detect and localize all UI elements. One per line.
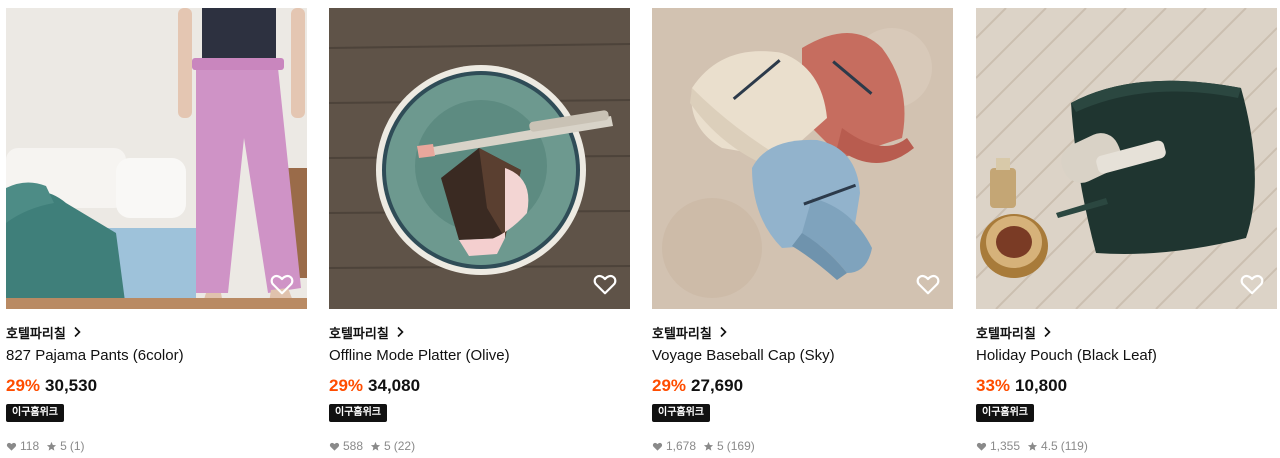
heart-filled-icon [976, 442, 987, 451]
discount-rate: 29% [652, 376, 687, 395]
product-stats: 588 5 (22) [329, 438, 630, 454]
baseball-caps-photo [652, 8, 953, 309]
sale-price: 34,080 [368, 376, 421, 395]
like-count: 1,678 [666, 439, 697, 453]
heart-outline-icon[interactable] [269, 271, 295, 297]
like-count: 118 [20, 439, 40, 453]
product-stats: 118 5 (1) [6, 438, 307, 454]
price-row: 29% 27,690 [652, 376, 953, 398]
sale-price: 30,530 [45, 376, 98, 395]
star-icon [1027, 441, 1038, 451]
product-card[interactable]: 호텔파리칠 Offline Mode Platter (Olive) 29% 3… [329, 8, 630, 454]
brand-link[interactable]: 호텔파리칠 [976, 323, 1277, 342]
brand-name: 호텔파리칠 [6, 326, 66, 342]
heart-outline-icon[interactable] [592, 271, 618, 297]
promo-badge: 이구홈위크 [329, 404, 387, 422]
price-row: 29% 34,080 [329, 376, 630, 398]
discount-rate: 29% [6, 376, 41, 395]
star-icon [703, 441, 714, 451]
product-image[interactable] [6, 8, 307, 309]
review-count: (119) [1060, 439, 1088, 453]
star-icon [370, 441, 381, 451]
chevron-right-icon [1044, 326, 1051, 338]
chevron-right-icon [720, 326, 727, 338]
brand-name: 호텔파리칠 [329, 326, 389, 342]
rating: 4.5 [1041, 439, 1058, 453]
product-title[interactable]: Voyage Baseball Cap (Sky) [652, 347, 953, 367]
like-count: 588 [343, 439, 364, 453]
product-image[interactable] [976, 8, 1277, 309]
chevron-right-icon [397, 326, 404, 338]
brand-link[interactable]: 호텔파리칠 [329, 323, 630, 342]
product-title[interactable]: Holiday Pouch (Black Leaf) [976, 347, 1277, 367]
product-card[interactable]: 호텔파리칠 Holiday Pouch (Black Leaf) 33% 10,… [976, 8, 1277, 454]
promo-badge: 이구홈위크 [6, 404, 64, 422]
review-count: (1) [69, 439, 85, 453]
product-image[interactable] [329, 8, 630, 309]
heart-filled-icon [329, 442, 340, 451]
chevron-right-icon [74, 326, 81, 338]
discount-rate: 33% [976, 376, 1011, 395]
like-count: 1,355 [990, 439, 1021, 453]
brand-link[interactable]: 호텔파리칠 [6, 323, 307, 342]
sale-price: 27,690 [691, 376, 744, 395]
rating: 5 [384, 439, 391, 453]
platter-photo [329, 8, 630, 309]
brand-name: 호텔파리칠 [652, 326, 712, 342]
brand-link[interactable]: 호텔파리칠 [652, 323, 953, 342]
review-count: (169) [726, 439, 755, 453]
discount-rate: 29% [329, 376, 364, 395]
rating: 5 [717, 439, 724, 453]
product-grid: 호텔파리칠 827 Pajama Pants (6color) 29% 30,5… [0, 0, 1280, 458]
heart-outline-icon[interactable] [1239, 271, 1265, 297]
promo-badge: 이구홈위크 [652, 404, 710, 422]
product-stats: 1,678 5 (169) [652, 438, 953, 454]
heart-filled-icon [652, 442, 663, 451]
product-card[interactable]: 호텔파리칠 Voyage Baseball Cap (Sky) 29% 27,6… [652, 8, 953, 454]
brand-name: 호텔파리칠 [976, 326, 1036, 342]
heart-outline-icon[interactable] [915, 271, 941, 297]
product-card[interactable]: 호텔파리칠 827 Pajama Pants (6color) 29% 30,5… [6, 8, 307, 454]
holiday-pouch-photo [976, 8, 1277, 309]
sale-price: 10,800 [1015, 376, 1068, 395]
review-count: (22) [393, 439, 416, 453]
promo-badge: 이구홈위크 [976, 404, 1034, 422]
product-title[interactable]: Offline Mode Platter (Olive) [329, 347, 630, 367]
product-title[interactable]: 827 Pajama Pants (6color) [6, 347, 307, 367]
pajama-pants-photo [6, 8, 307, 309]
price-row: 29% 30,530 [6, 376, 307, 398]
product-stats: 1,355 4.5 (119) [976, 438, 1277, 454]
star-icon [47, 441, 57, 451]
price-row: 33% 10,800 [976, 376, 1277, 398]
rating: 5 [60, 439, 67, 453]
product-image[interactable] [652, 8, 953, 309]
heart-filled-icon [6, 442, 17, 451]
